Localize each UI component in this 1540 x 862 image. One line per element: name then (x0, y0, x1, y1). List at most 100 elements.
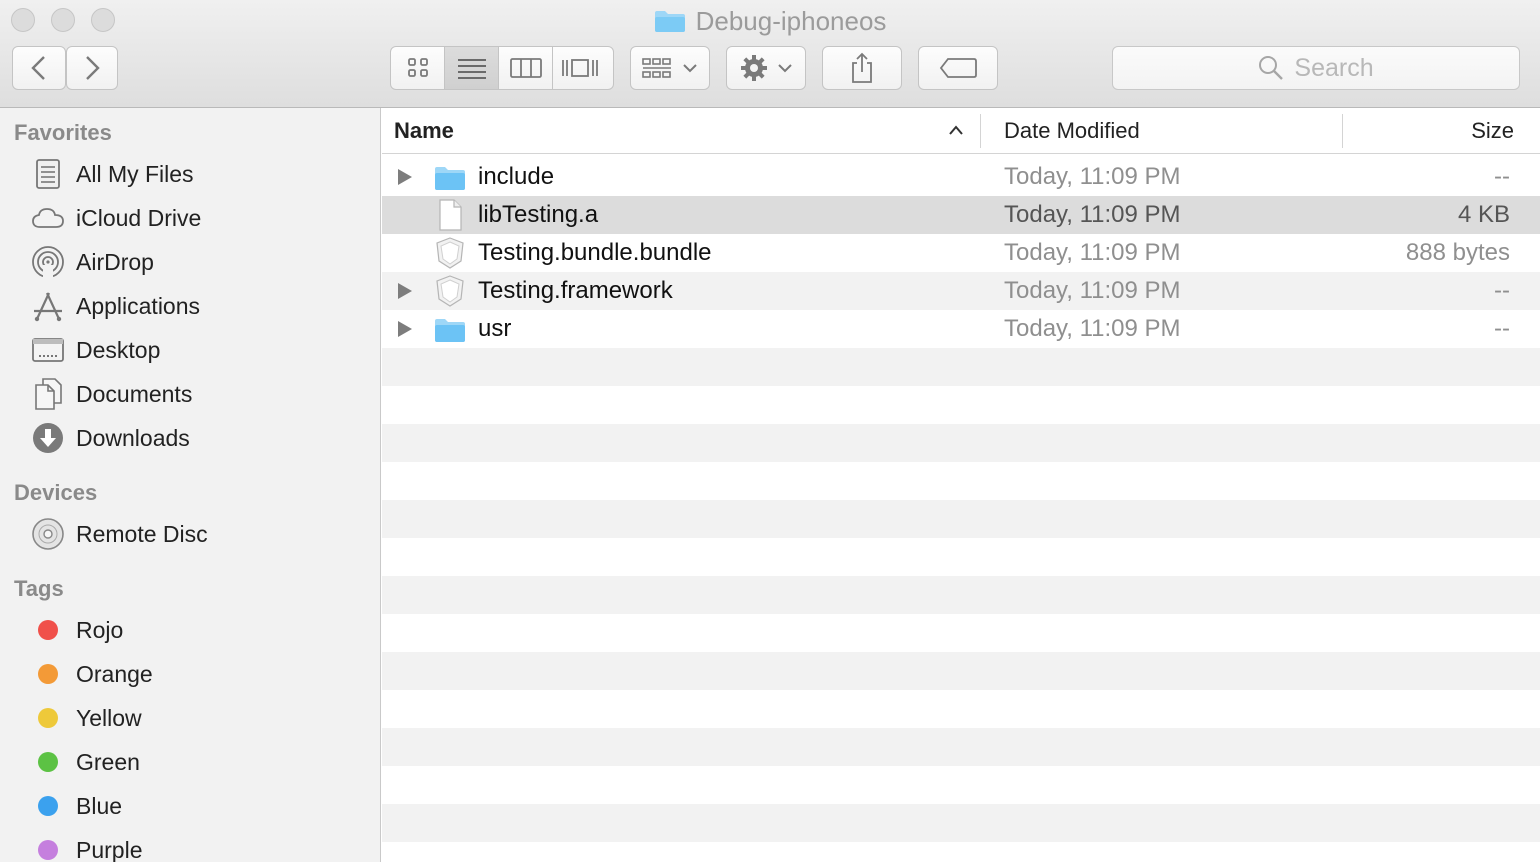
file-name: usr (478, 315, 512, 342)
column-header-date-modified[interactable]: Date Modified (1004, 108, 1140, 154)
sidebar-item-label: Green (76, 748, 140, 775)
empty-row (382, 424, 1540, 462)
sidebar: Favorites All My Files iCloud Drive AirD… (0, 108, 381, 862)
sidebar-item-label: Desktop (76, 336, 161, 363)
tag-dot-blue (30, 788, 66, 824)
disclosure-triangle-icon[interactable] (398, 169, 412, 185)
sidebar-item-applications[interactable]: Applications (0, 284, 380, 328)
downloads-icon (30, 420, 66, 456)
tag-dot-red (30, 612, 66, 648)
share-icon (852, 52, 872, 83)
sidebar-item-icloud-drive[interactable]: iCloud Drive (0, 196, 380, 240)
chevron-down-icon (683, 64, 697, 73)
column-header-name[interactable]: Name (394, 108, 454, 154)
devices-header: Devices (14, 480, 98, 505)
tag-dot-green (30, 744, 66, 780)
search-placeholder: Search (1294, 53, 1374, 82)
file-name: Testing.framework (478, 277, 673, 304)
column-separator[interactable] (980, 114, 981, 148)
file-size: -- (1494, 315, 1510, 342)
cover-flow-view-button[interactable] (553, 47, 607, 89)
file-date-modified: Today, 11:09 PM (1004, 239, 1181, 266)
sidebar-item-remote-disc[interactable]: Remote Disc (0, 512, 380, 556)
list-view-button[interactable] (445, 47, 499, 89)
chevron-left-icon (31, 56, 45, 80)
sidebar-tag-orange[interactable]: Orange (0, 652, 380, 696)
tag-dot-orange (30, 656, 66, 692)
disc-icon (30, 516, 66, 552)
empty-row (382, 386, 1540, 424)
empty-row (382, 500, 1540, 538)
file-date-modified: Today, 11:09 PM (1004, 201, 1181, 228)
file-size: 4 KB (1457, 201, 1510, 228)
airdrop-icon (30, 244, 66, 280)
sidebar-tag-rojo[interactable]: Rojo (0, 608, 380, 652)
sort-ascending-icon (949, 125, 963, 135)
folder-icon (434, 313, 466, 345)
tags-header: Tags (14, 576, 64, 601)
arrange-button[interactable] (630, 46, 710, 90)
search-field[interactable]: Search (1112, 46, 1520, 90)
documents-icon (30, 376, 66, 412)
file-row[interactable]: libTesting.a Today, 11:09 PM 4 KB (382, 196, 1540, 234)
tag-dot-purple (30, 832, 66, 862)
bundle-icon (434, 237, 466, 269)
action-button[interactable] (726, 46, 806, 90)
sidebar-tag-purple[interactable]: Purple (0, 828, 380, 862)
document-icon (434, 199, 466, 231)
file-date-modified: Today, 11:09 PM (1004, 315, 1181, 342)
tag-dot-yellow (30, 700, 66, 736)
sidebar-item-label: Applications (76, 292, 201, 319)
sidebar-item-label: Blue (76, 792, 123, 819)
empty-row (382, 614, 1540, 652)
sidebar-item-documents[interactable]: Documents (0, 372, 380, 416)
file-row[interactable]: usr Today, 11:09 PM -- (382, 310, 1540, 348)
forward-button[interactable] (66, 46, 118, 90)
file-size: -- (1494, 163, 1510, 190)
column-header-size[interactable]: Size (1471, 108, 1514, 154)
sidebar-item-downloads[interactable]: Downloads (0, 416, 380, 460)
sidebar-tag-blue[interactable]: Blue (0, 784, 380, 828)
favorites-header: Favorites (14, 120, 112, 145)
view-mode-control (390, 46, 614, 90)
icon-view-button[interactable] (391, 47, 445, 89)
sidebar-item-desktop[interactable]: Desktop (0, 328, 380, 372)
tag-icon (939, 58, 977, 78)
window-title-bar: Debug-iphoneos (0, 4, 1540, 38)
file-row[interactable]: Testing.bundle.bundle Today, 11:09 PM 88… (382, 234, 1540, 272)
file-size: 888 bytes (1405, 239, 1510, 266)
sidebar-item-all-my-files[interactable]: All My Files (0, 152, 380, 196)
column-separator[interactable] (1342, 114, 1343, 148)
empty-row (382, 462, 1540, 500)
file-row[interactable]: include Today, 11:09 PM -- (382, 158, 1540, 196)
disclosure-triangle-icon[interactable] (398, 283, 412, 299)
columns-icon (509, 58, 542, 78)
chevron-right-icon (86, 56, 100, 80)
column-view-button[interactable] (499, 47, 553, 89)
file-name: libTesting.a (478, 201, 599, 228)
window-toolbar: Debug-iphoneos Search (0, 0, 1540, 108)
all-files-icon (30, 156, 66, 192)
file-size: -- (1494, 277, 1510, 304)
file-name: Testing.bundle.bundle (478, 239, 712, 266)
empty-row (382, 576, 1540, 614)
list-icon (457, 59, 486, 79)
sidebar-item-label: All My Files (76, 160, 194, 187)
sidebar-tag-green[interactable]: Green (0, 740, 380, 784)
sidebar-item-airdrop[interactable]: AirDrop (0, 240, 380, 284)
folder-icon (434, 161, 466, 193)
cloud-icon (30, 200, 66, 236)
column-header-bar: Name Date Modified Size (382, 108, 1540, 154)
empty-row (382, 766, 1540, 804)
disclosure-triangle-icon[interactable] (398, 321, 412, 337)
tag-button[interactable] (918, 46, 998, 90)
file-row[interactable]: Testing.framework Today, 11:09 PM -- (382, 272, 1540, 310)
sidebar-tag-yellow[interactable]: Yellow (0, 696, 380, 740)
sidebar-item-label: Documents (76, 380, 193, 407)
sidebar-item-label: Purple (76, 836, 143, 862)
search-icon (1259, 56, 1284, 80)
sidebar-item-label: Rojo (76, 616, 124, 643)
share-button[interactable] (822, 46, 902, 90)
bundle-icon (434, 275, 466, 307)
back-button[interactable] (12, 46, 66, 90)
